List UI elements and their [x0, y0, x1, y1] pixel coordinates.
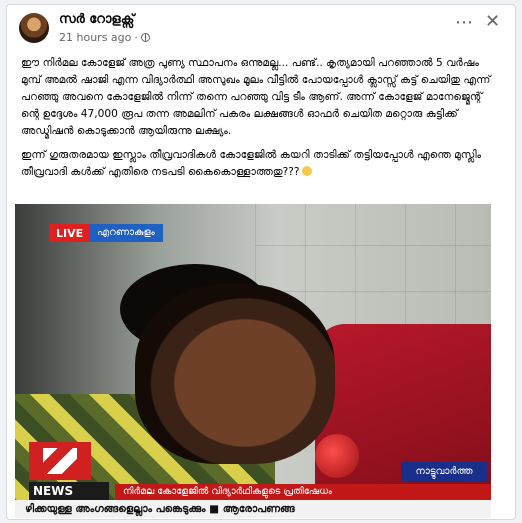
person-face [135, 284, 335, 464]
live-badge: LIVE [50, 224, 90, 242]
video-frame[interactable]: LIVE എറണാകുളം NEWS നാട്ടുവാർത്ത നിർമല കോ… [15, 204, 491, 518]
channel-logo: NEWS [29, 442, 109, 502]
post-meta: 21 hours ago · [59, 31, 150, 44]
close-icon[interactable]: ✕ [485, 12, 500, 32]
post-body: ഈ നിർമല കോളേജ് അത്ര പുണ്യ സ്ഥാപനം ഒന്നുമ… [21, 55, 501, 188]
live-bar: LIVE എറണാകുളം [50, 224, 163, 242]
post-paragraph: ഇന്ന് ഗുരുതരമായ ഇസ്ലാം തീവ്രവാദികൾ കോളേജ… [21, 147, 501, 181]
channel-logo-icon [29, 442, 91, 480]
avatar[interactable] [19, 13, 49, 43]
timestamp[interactable]: 21 hours ago [59, 31, 131, 44]
author-name[interactable]: സർ റോളക്സ് [59, 12, 134, 27]
emoji-icon [301, 166, 312, 176]
post-header: സർ റോളക്സ് 21 hours ago · ⋯ ✕ [7, 5, 515, 51]
globe-icon [140, 33, 150, 42]
post-paragraph: ഈ നിർമല കോളേജ് അത്ര പുണ്യ സ്ഥാപനം ഒന്നുമ… [21, 57, 491, 137]
news-ticker: ഴിക്കയുള്ള അംഗങ്ങളെല്ലാം പങ്കെടുക്കും ■ … [15, 500, 491, 518]
microphone [315, 434, 359, 478]
headline-bar: നിർമല കോളേജിൽ വിദ്യാർഥികളുടെ പ്രതിഷേധം [115, 484, 491, 500]
live-location: എറണാകുളം [89, 224, 163, 242]
post-paragraph-text: ഇന്ന് ഗുരുതരമായ ഇസ്ലാം തീവ്രവാദികൾ കോളേജ… [21, 149, 482, 178]
more-options-icon[interactable]: ⋯ [455, 13, 473, 33]
segment-tag: നാട്ടുവാർത്ത [401, 462, 487, 482]
channel-news-label: NEWS [29, 482, 109, 500]
post-card: സർ റോളക്സ് 21 hours ago · ⋯ ✕ ഈ നിർമല കോ… [6, 4, 516, 520]
